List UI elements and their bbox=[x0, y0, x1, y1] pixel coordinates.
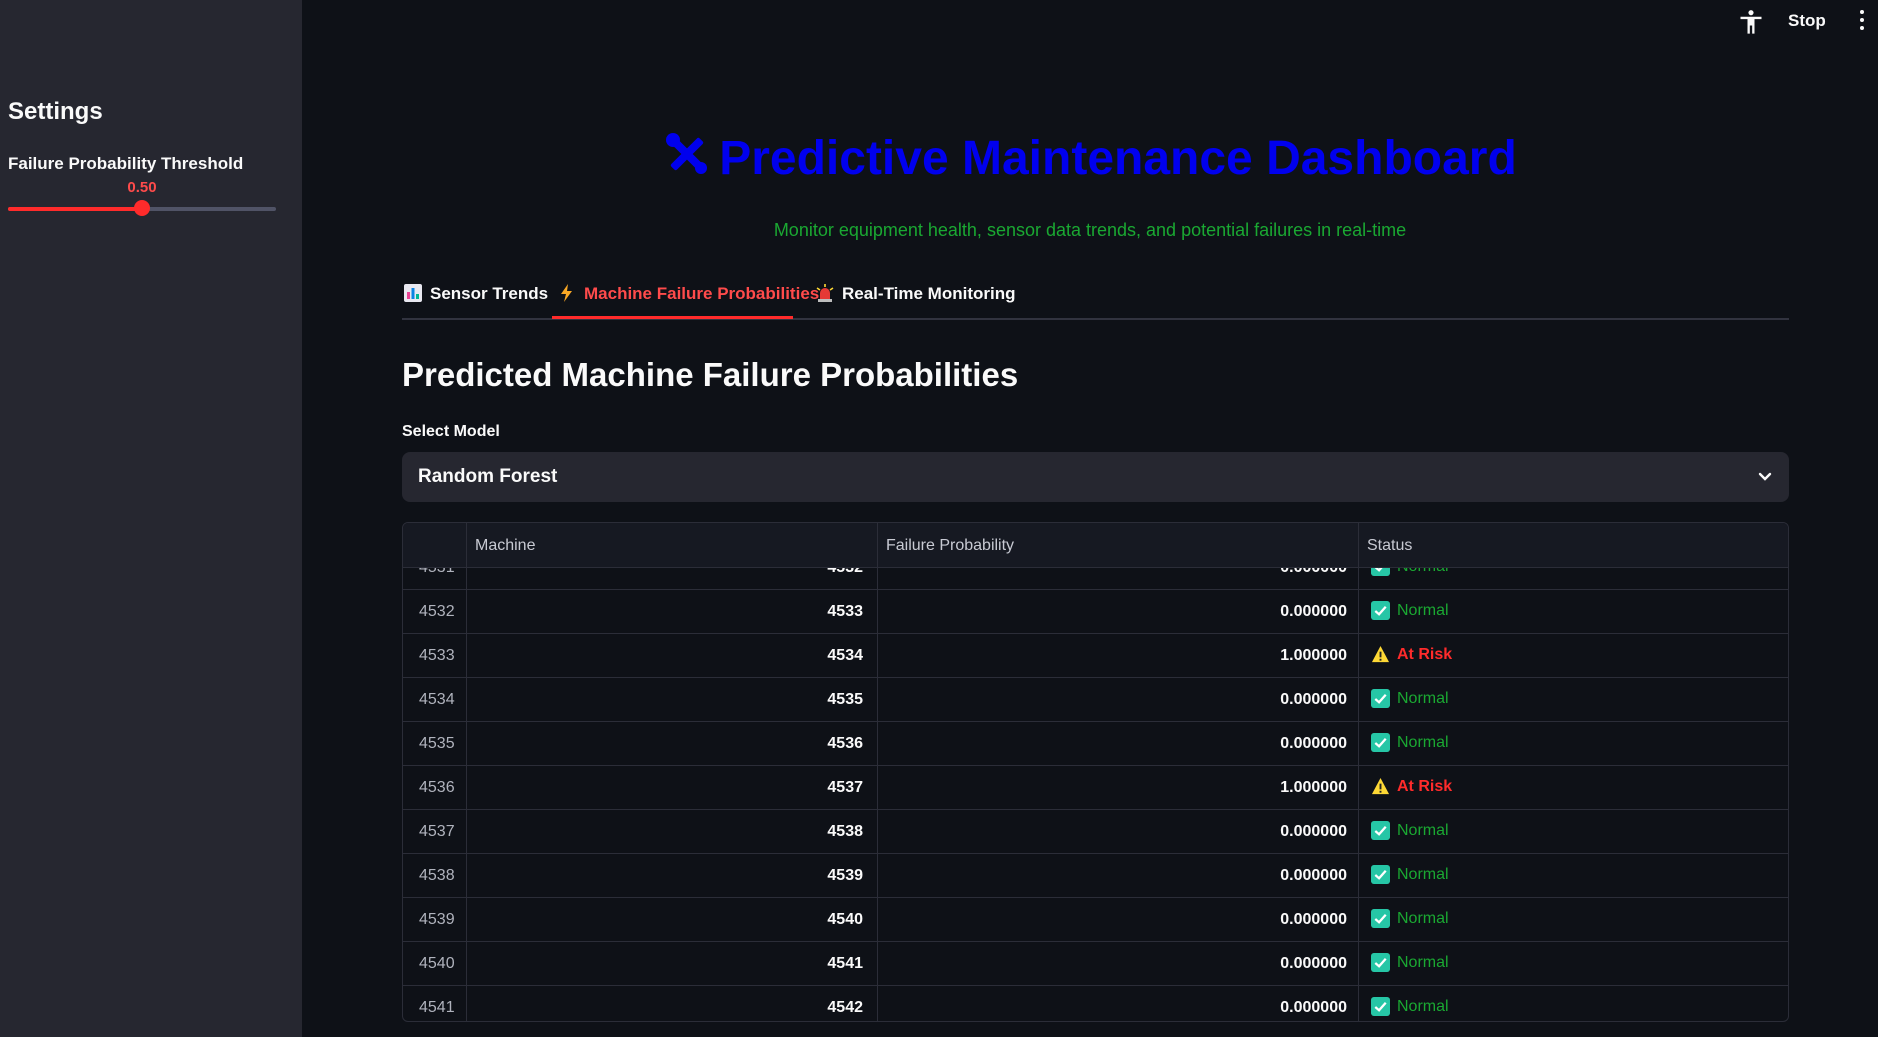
tab-sensor-trends[interactable]: Sensor Trends bbox=[404, 282, 548, 322]
slider-fill bbox=[8, 207, 142, 211]
model-select[interactable]: Random Forest bbox=[402, 452, 1789, 502]
status-label: Normal bbox=[1397, 865, 1449, 883]
table-row[interactable]: 4535 4536 0.000000 Normal bbox=[403, 722, 1788, 766]
lightning-icon bbox=[561, 284, 572, 302]
table-row[interactable]: 4540 4541 0.000000 Normal bbox=[403, 942, 1788, 986]
column-header-status[interactable]: Status bbox=[1367, 537, 1412, 555]
status-cell: Normal bbox=[1371, 689, 1449, 708]
slider-thumb[interactable] bbox=[134, 200, 150, 216]
status-label: Normal bbox=[1397, 953, 1449, 971]
tab-real-time-monitoring[interactable]: Real-Time Monitoring bbox=[816, 282, 1015, 322]
status-label: Normal bbox=[1397, 821, 1449, 839]
threshold-slider[interactable] bbox=[8, 200, 276, 216]
failure-probability-cell: 0.000000 bbox=[1280, 603, 1347, 620]
column-header-machine[interactable]: Machine bbox=[475, 537, 535, 555]
status-cell: Normal bbox=[1371, 953, 1449, 972]
check-box-icon bbox=[1371, 909, 1390, 928]
check-box-icon bbox=[1371, 689, 1390, 708]
status-label: Normal bbox=[1397, 601, 1449, 619]
check-box-icon bbox=[1371, 997, 1390, 1016]
bar-chart-icon bbox=[404, 284, 422, 302]
table-row[interactable]: 4533 4534 1.000000 At Risk bbox=[403, 634, 1788, 678]
warning-icon bbox=[1371, 645, 1390, 663]
failure-probability-cell: 1.000000 bbox=[1280, 779, 1347, 796]
active-tab-indicator bbox=[552, 316, 793, 319]
failure-probability-cell: 0.000000 bbox=[1280, 823, 1347, 840]
table-row[interactable]: 4537 4538 0.000000 Normal bbox=[403, 810, 1788, 854]
chevron-down-icon bbox=[1758, 472, 1772, 481]
threshold-slider-value: 0.50 bbox=[127, 179, 157, 196]
table-row[interactable]: 4539 4540 0.000000 Normal bbox=[403, 898, 1788, 942]
probabilities-table[interactable]: Machine Failure Probability Status 45314… bbox=[402, 522, 1789, 1022]
status-cell: At Risk bbox=[1371, 777, 1452, 796]
table-row[interactable]: 4536 4537 1.000000 At Risk bbox=[403, 766, 1788, 810]
failure-probability-cell: 0.000000 bbox=[1280, 911, 1347, 928]
column-divider bbox=[1358, 523, 1359, 1021]
check-box-icon bbox=[1371, 865, 1390, 884]
stop-button[interactable]: Stop bbox=[1788, 11, 1826, 31]
failure-probability-cell: 0.000000 bbox=[1280, 735, 1347, 752]
page-subtitle: Monitor equipment health, sensor data tr… bbox=[773, 220, 1407, 240]
section-title: Predicted Machine Failure Probabilities bbox=[402, 356, 1019, 393]
status-cell: At Risk bbox=[1371, 645, 1452, 664]
check-box-icon bbox=[1371, 821, 1390, 840]
threshold-slider-label: Failure Probability Threshold bbox=[8, 154, 244, 173]
table-header: Machine Failure Probability Status bbox=[403, 523, 1788, 568]
table-row[interactable]: 4541 4542 0.000000 Normal bbox=[403, 986, 1788, 1021]
tools-icon bbox=[666, 133, 708, 174]
siren-icon bbox=[816, 284, 834, 302]
accessibility-icon[interactable] bbox=[1737, 8, 1765, 36]
status-label: Normal bbox=[1397, 997, 1449, 1015]
failure-probability-cell: 0.000000 bbox=[1280, 691, 1347, 708]
model-select-value: Random Forest bbox=[418, 466, 558, 487]
status-label: Normal bbox=[1397, 909, 1449, 927]
status-cell: Normal bbox=[1371, 865, 1449, 884]
page-title: Predictive Maintenance Dashboard bbox=[302, 130, 1878, 186]
table-row[interactable]: 4534 4535 0.000000 Normal bbox=[403, 678, 1788, 722]
column-divider bbox=[877, 523, 878, 1021]
sidebar: Settings Failure Probability Threshold 0… bbox=[0, 0, 302, 1037]
table-row[interactable]: 4532 4533 0.000000 Normal bbox=[403, 590, 1788, 634]
failure-probability-cell: 0.000000 bbox=[1280, 999, 1347, 1016]
status-cell: Normal bbox=[1371, 821, 1449, 840]
status-label: At Risk bbox=[1397, 777, 1453, 795]
check-box-icon bbox=[1371, 953, 1390, 972]
status-label: Normal bbox=[1397, 733, 1449, 751]
status-cell: Normal bbox=[1371, 601, 1449, 620]
model-select-label: Select Model bbox=[402, 423, 500, 440]
status-cell: Normal bbox=[1371, 997, 1449, 1016]
tab-bar: Sensor Trends Machine Failure Probabilit… bbox=[402, 280, 1789, 320]
status-label: Normal bbox=[1397, 689, 1449, 707]
status-cell: Normal bbox=[1371, 733, 1449, 752]
table-row[interactable]: 4538 4539 0.000000 Normal bbox=[403, 854, 1788, 898]
failure-probability-cell: 1.000000 bbox=[1280, 647, 1347, 664]
column-divider bbox=[466, 523, 467, 1021]
main-menu-icon[interactable] bbox=[1858, 10, 1866, 34]
check-box-icon bbox=[1371, 601, 1390, 620]
check-box-icon bbox=[1371, 733, 1390, 752]
column-header-failure-probability[interactable]: Failure Probability bbox=[886, 537, 1014, 555]
page-title-text: Predictive Maintenance Dashboard bbox=[719, 132, 1517, 185]
status-cell: Normal bbox=[1371, 909, 1449, 928]
warning-icon bbox=[1371, 777, 1390, 795]
failure-probability-cell: 0.000000 bbox=[1280, 867, 1347, 884]
sidebar-title: Settings bbox=[8, 98, 103, 125]
failure-probability-cell: 0.000000 bbox=[1280, 955, 1347, 972]
status-label: At Risk bbox=[1397, 645, 1453, 663]
